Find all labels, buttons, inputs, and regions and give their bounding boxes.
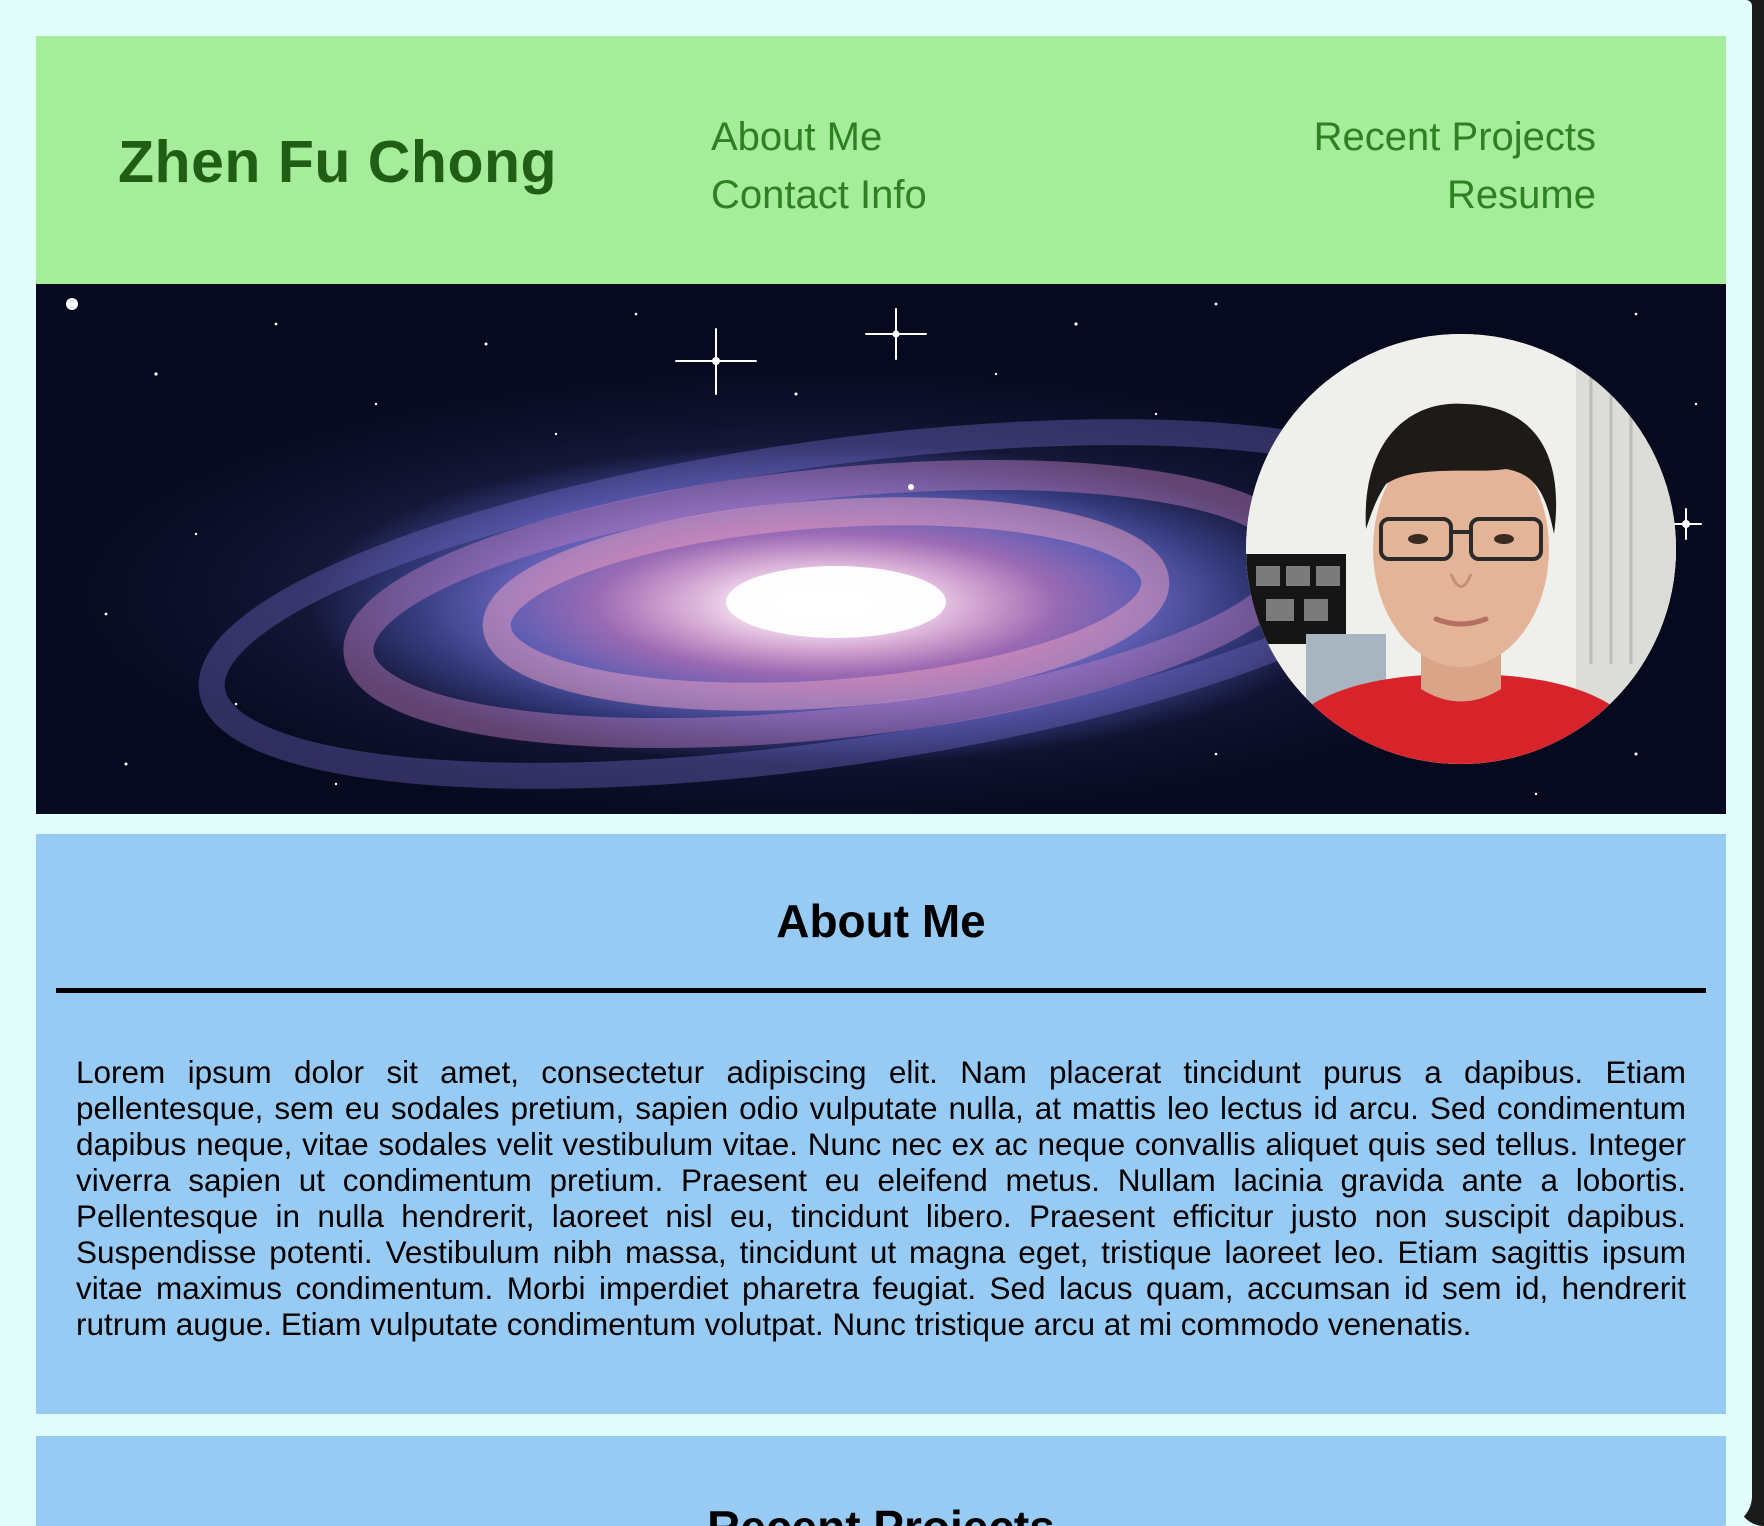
section-divider (56, 988, 1706, 993)
site-name: Zhen Fu Chong (118, 129, 558, 195)
site-header: Zhen Fu Chong About Me Contact Info Rece… (36, 36, 1726, 284)
recent-projects-heading: Recent Projects (36, 1500, 1726, 1526)
about-section: About Me Lorem ipsum dolor sit amet, con… (36, 834, 1726, 1414)
nav-link-resume[interactable]: Resume (1447, 166, 1596, 224)
nav-link-about-me[interactable]: About Me (711, 108, 882, 166)
nav-link-contact-info[interactable]: Contact Info (711, 166, 927, 224)
profile-photo-image (1246, 334, 1676, 764)
recent-projects-section: Recent Projects (36, 1436, 1726, 1526)
page: Zhen Fu Chong About Me Contact Info Rece… (0, 0, 1752, 1526)
nav-link-recent-projects[interactable]: Recent Projects (1314, 108, 1596, 166)
profile-photo (1246, 334, 1676, 764)
about-paragraph: Lorem ipsum dolor sit amet, consectetur … (76, 1054, 1686, 1342)
hero-banner (36, 284, 1726, 814)
about-heading: About Me (776, 895, 986, 947)
